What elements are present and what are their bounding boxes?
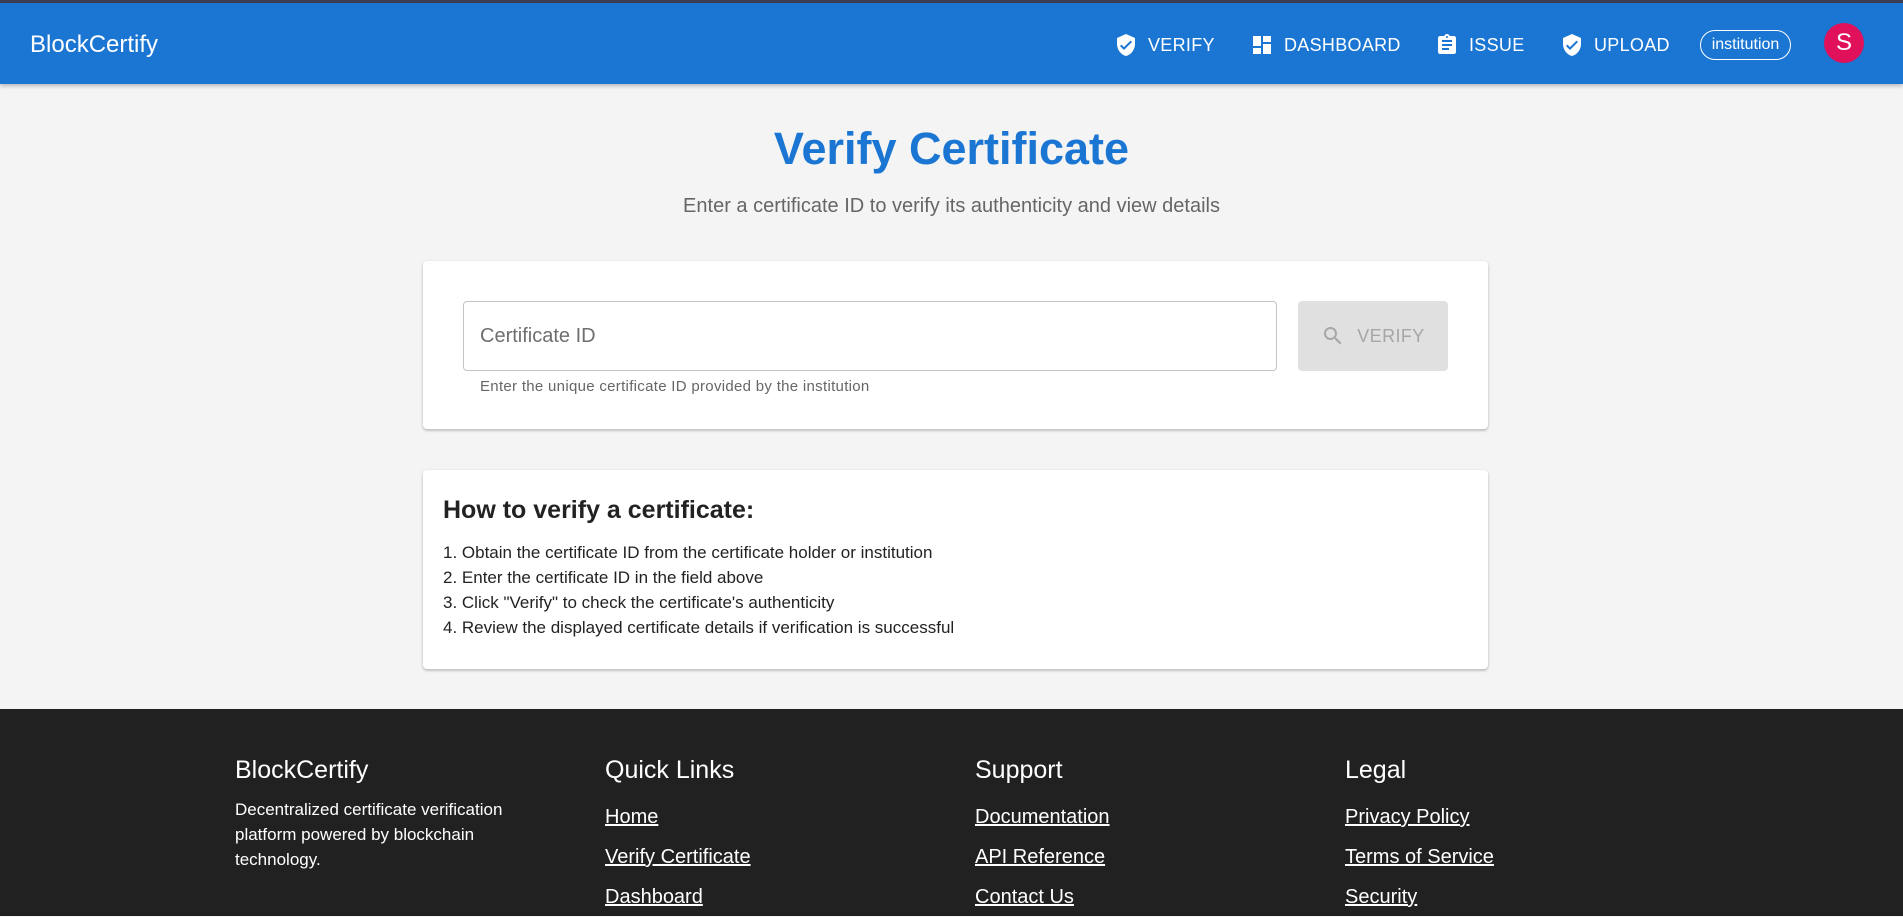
footer-link-dashboard[interactable]: Dashboard — [605, 877, 751, 917]
nav-verify-button[interactable]: VERIFY — [1114, 28, 1215, 62]
verify-button-label: VERIFY — [1357, 325, 1425, 346]
how-to-step: 2. Enter the certificate ID in the field… — [443, 568, 764, 587]
footer-link-documentation[interactable]: Documentation — [975, 797, 1110, 837]
footer-link-home[interactable]: Home — [605, 797, 751, 837]
footer-link-terms-of-service[interactable]: Terms of Service — [1345, 837, 1494, 877]
verify-button[interactable]: VERIFY — [1298, 301, 1448, 371]
how-to-step: 1. Obtain the certificate ID from the ce… — [443, 543, 933, 562]
footer-about-title: BlockCertify — [235, 756, 369, 784]
certificate-id-helper-text: Enter the unique certificate ID provided… — [480, 378, 870, 395]
footer: BlockCertify Decentralized certificate v… — [0, 709, 1903, 916]
footer-link-api-reference[interactable]: API Reference — [975, 837, 1110, 877]
certificate-id-input[interactable] — [463, 301, 1277, 371]
footer-legal: Legal Privacy Policy Terms of Service Se… — [1345, 755, 1494, 917]
search-icon — [1324, 327, 1342, 345]
footer-support-title: Support — [975, 756, 1063, 784]
how-to-step: 4. Review the displayed certificate deta… — [443, 618, 955, 637]
verify-form-card: Enter the unique certificate ID provided… — [423, 261, 1488, 429]
footer-link-contact-us[interactable]: Contact Us — [975, 877, 1110, 917]
role-chip: institution — [1700, 30, 1791, 60]
nav-issue-label: ISSUE — [1469, 34, 1525, 55]
assignment-icon — [1438, 34, 1456, 54]
footer-quick-links-title: Quick Links — [605, 756, 735, 784]
page-title: Verify Certificate — [773, 123, 1130, 174]
page-subtitle: Enter a certificate ID to verify its aut… — [683, 195, 1220, 217]
verified-shield-icon — [1563, 34, 1581, 56]
how-to-title: How to verify a certificate: — [443, 496, 755, 524]
brand-logo[interactable]: BlockCertify — [30, 30, 158, 60]
footer-link-verify-certificate[interactable]: Verify Certificate — [605, 837, 751, 877]
nav-verify-label: VERIFY — [1148, 34, 1215, 55]
footer-quick-links: Quick Links Home Verify Certificate Dash… — [605, 755, 751, 917]
app-bar: BlockCertify VERIFY DASHBOARD ISSUE UPLO… — [0, 3, 1903, 84]
nav-upload-button[interactable]: UPLOAD — [1560, 28, 1670, 62]
how-to-steps: 1. Obtain the certificate ID from the ce… — [443, 540, 954, 640]
footer-link-security[interactable]: Security — [1345, 877, 1494, 917]
footer-link-privacy-policy[interactable]: Privacy Policy — [1345, 797, 1494, 837]
footer-legal-title: Legal — [1345, 756, 1407, 784]
footer-support: Support Documentation API Reference Cont… — [975, 755, 1110, 917]
how-to-verify-card: How to verify a certificate: 1. Obtain t… — [423, 470, 1488, 669]
footer-about: BlockCertify Decentralized certificate v… — [235, 755, 535, 872]
avatar[interactable]: S — [1824, 23, 1864, 63]
verified-shield-icon — [1117, 34, 1135, 56]
nav-upload-label: UPLOAD — [1594, 34, 1670, 55]
how-to-step: 3. Click "Verify" to check the certifica… — [443, 593, 835, 612]
nav-dashboard-button[interactable]: DASHBOARD — [1250, 28, 1401, 62]
footer-about-text: Decentralized certificate verification p… — [235, 800, 503, 869]
nav-issue-button[interactable]: ISSUE — [1435, 28, 1525, 62]
nav-dashboard-label: DASHBOARD — [1284, 34, 1401, 55]
dashboard-icon — [1253, 36, 1271, 54]
